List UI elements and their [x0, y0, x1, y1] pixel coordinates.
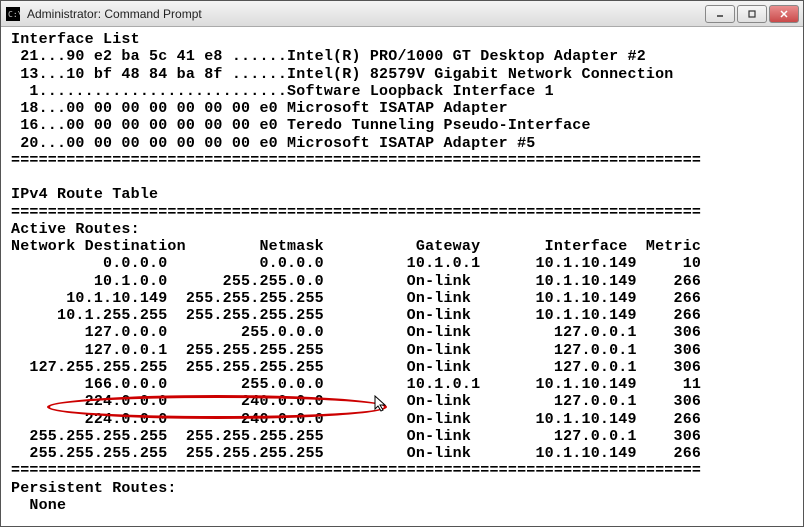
interface-row: 18...00 00 00 00 00 00 00 e0 Microsoft I… [11, 100, 508, 117]
route-row: 10.1.255.255 255.255.255.255 On-link 10.… [11, 307, 701, 324]
maximize-button[interactable] [737, 5, 767, 23]
persistent-routes-none: None [11, 497, 66, 514]
route-row: 224.0.0.0 240.0.0.0 On-link 127.0.0.1 30… [11, 393, 701, 410]
interface-row: 21...90 e2 ba 5c 41 e8 ......Intel(R) PR… [11, 48, 646, 65]
ipv4-route-table-header: IPv4 Route Table [11, 186, 158, 203]
command-prompt-window: C:\ Administrator: Command Prompt Interf… [0, 0, 804, 527]
interface-list-header: Interface List [11, 31, 140, 48]
interface-row: 20...00 00 00 00 00 00 00 e0 Microsoft I… [11, 135, 535, 152]
interface-row: 13...10 bf 48 84 ba 8f ......Intel(R) 82… [11, 66, 674, 83]
route-column-header: Network Destination Netmask Gateway Inte… [11, 238, 701, 255]
minimize-button[interactable] [705, 5, 735, 23]
route-row: 0.0.0.0 0.0.0.0 10.1.0.1 10.1.10.149 10 [11, 255, 701, 272]
window-controls [703, 5, 799, 23]
route-row: 127.0.0.1 255.255.255.255 On-link 127.0.… [11, 342, 701, 359]
active-routes-header: Active Routes: [11, 221, 140, 238]
terminal-output[interactable]: Interface List 21...90 e2 ba 5c 41 e8 ..… [1, 27, 803, 526]
titlebar[interactable]: C:\ Administrator: Command Prompt [1, 1, 803, 27]
route-row: 224.0.0.0 240.0.0.0 On-link 10.1.10.149 … [11, 411, 701, 428]
interface-row: 16...00 00 00 00 00 00 00 e0 Teredo Tunn… [11, 117, 591, 134]
close-button[interactable] [769, 5, 799, 23]
window-title: Administrator: Command Prompt [27, 7, 703, 21]
persistent-routes-header: Persistent Routes: [11, 480, 177, 497]
separator-line: ========================================… [11, 152, 701, 169]
separator-line: ========================================… [11, 204, 701, 221]
cmd-icon: C:\ [5, 6, 21, 22]
route-row: 127.0.0.0 255.0.0.0 On-link 127.0.0.1 30… [11, 324, 701, 341]
route-row: 255.255.255.255 255.255.255.255 On-link … [11, 428, 701, 445]
route-row: 10.1.0.0 255.255.0.0 On-link 10.1.10.149… [11, 273, 701, 290]
separator-line: ========================================… [11, 462, 701, 479]
route-row: 255.255.255.255 255.255.255.255 On-link … [11, 445, 701, 462]
interface-row: 1...........................Software Loo… [11, 83, 554, 100]
svg-text:C:\: C:\ [8, 10, 20, 19]
route-row-highlighted: 166.0.0.0 255.0.0.0 10.1.0.1 10.1.10.149… [11, 376, 701, 393]
route-row: 10.1.10.149 255.255.255.255 On-link 10.1… [11, 290, 701, 307]
route-row: 127.255.255.255 255.255.255.255 On-link … [11, 359, 701, 376]
